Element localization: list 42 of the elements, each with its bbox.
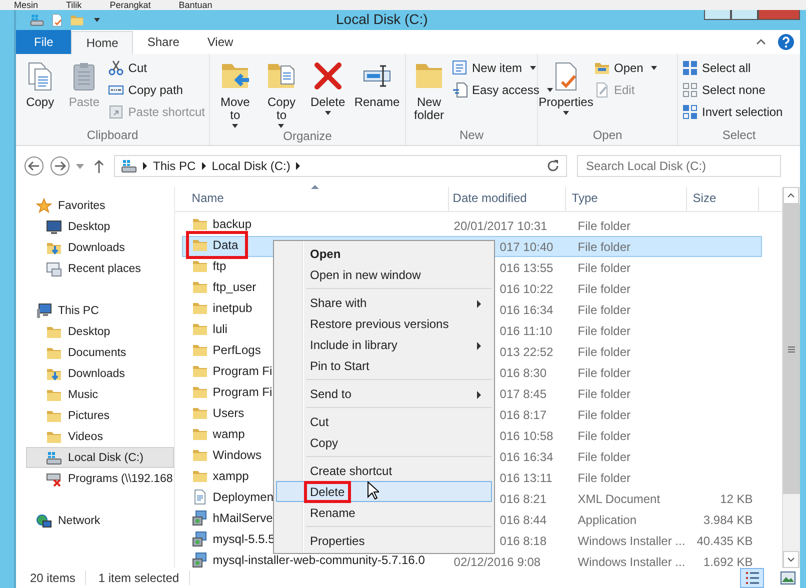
date-cell-text: 016 8:21 <box>500 492 548 506</box>
group-label: Organize <box>282 128 333 145</box>
type-cell-text: XML Document <box>576 492 662 506</box>
type-cell-text: File folder <box>576 470 632 484</box>
date-cell-text: 017 10:40 <box>500 240 554 254</box>
date-cell-text: 016 8:44 <box>500 512 548 526</box>
type-cell-text: File folder <box>576 386 632 400</box>
date-cell-text: 016 11:10 <box>500 324 554 338</box>
type-cell-text: File folder <box>576 366 632 380</box>
group-label: Select <box>721 127 757 144</box>
type-cell-text: File folder <box>576 450 632 464</box>
type-cell-text: File folder <box>576 428 632 442</box>
group-label: Open <box>592 127 624 144</box>
date-cell-text: 02/12/2016 9:08 <box>454 554 542 568</box>
date-cell-text: 016 8:18 <box>500 534 548 548</box>
date-cell-text: 016 10:22 <box>500 282 554 296</box>
group-label: Clipboard <box>86 127 140 144</box>
type-cell-text: File folder <box>576 240 632 254</box>
date-cell-text: 013 22:52 <box>500 344 554 358</box>
type-cell-text: File folder <box>576 344 632 358</box>
status-text: 20 items <box>30 571 86 585</box>
date-cell-text: 017 8:45 <box>500 386 548 400</box>
date-cell-text: 016 8:17 <box>500 408 548 422</box>
date-cell-text: 016 16:34 <box>500 302 554 316</box>
status-text: 1 item selected <box>98 571 190 585</box>
date-cell-text: 016 13:11 <box>500 470 554 484</box>
date-cell-text: 016 16:34 <box>500 450 554 464</box>
size-cell-text: 12 KB <box>719 492 753 506</box>
window-title: Local Disk (C:) <box>336 11 428 27</box>
type-cell-text: Application <box>576 512 638 526</box>
date-cell-text: 016 8:30 <box>500 366 548 380</box>
type-cell-text: File folder <box>576 302 632 316</box>
type-cell-text: File folder <box>576 408 632 422</box>
date-cell-text: 016 10:58 <box>500 428 554 442</box>
type-cell-text: File folder <box>576 282 632 296</box>
type-cell-text: File folder <box>576 260 632 274</box>
group-label: New <box>458 127 484 144</box>
date-cell-text: 20/01/2017 10:31 <box>454 218 548 232</box>
size-cell-text: 3.984 KB <box>702 512 753 526</box>
date-cell-text: 016 13:55 <box>500 260 554 274</box>
type-cell-text: File folder <box>576 324 632 338</box>
type-cell-text: File folder <box>576 218 632 232</box>
